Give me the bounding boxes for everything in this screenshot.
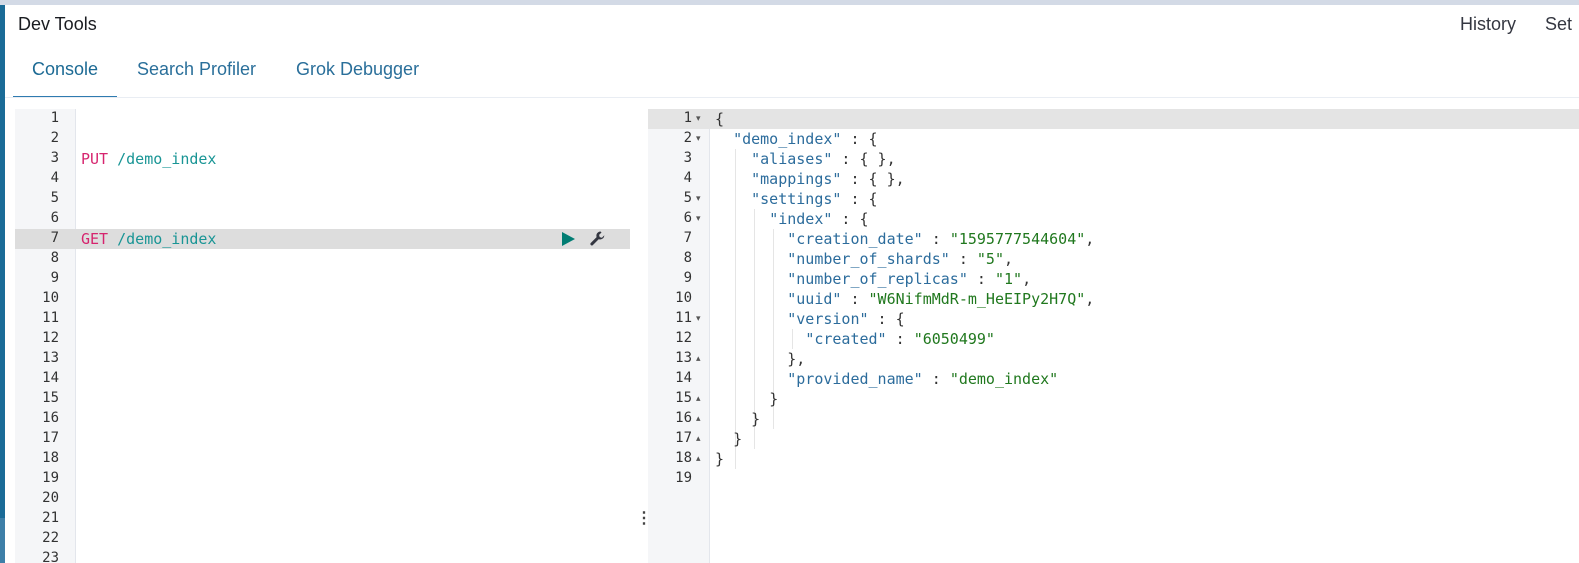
line-number: 19 (675, 470, 692, 486)
line-number: 4 (50, 170, 59, 186)
line-number: 15 (42, 390, 59, 406)
json-line: } (769, 390, 779, 408)
run-request-button[interactable] (560, 231, 576, 247)
line-number: 22 (42, 530, 59, 546)
request-editor[interactable]: 1 2 3 4 5 6 8 9 10 11 12 13 14 15 16 17 18 19 20 21 22 23 PUT… (15, 109, 630, 563)
line-number: 20 (42, 490, 59, 506)
json-line: "settings" : { (751, 190, 878, 208)
json-line: { (715, 110, 725, 128)
json-line: "version" : { (787, 310, 905, 328)
json-line: "created" : "6050499" (805, 330, 995, 348)
left-accent-bar-lower (0, 518, 5, 563)
json-line: "index" : { (769, 210, 869, 228)
tab-grok-debugger[interactable]: Grok Debugger (296, 59, 419, 80)
line-number: 11 (42, 310, 59, 326)
json-line: "number_of_replicas" : "1", (787, 270, 1032, 288)
header-divider (5, 97, 1579, 98)
request-get-code: GET /demo_index (81, 230, 216, 248)
request-path: /demo_index (117, 150, 217, 168)
wrench-icon (590, 231, 605, 246)
json-line: "aliases" : { }, (751, 150, 896, 168)
line-number: 1 (50, 110, 59, 126)
request-method: GET (81, 230, 109, 248)
json-line: } (715, 450, 725, 468)
json-line: "mappings" : { }, (751, 170, 905, 188)
json-line: } (751, 410, 761, 428)
json-line: "provided_name" : "demo_index" (787, 370, 1059, 388)
devtools-tabs: Console Search Profiler Grok Debugger (13, 47, 439, 98)
history-link[interactable]: History (1460, 14, 1516, 35)
json-line: "uuid" : "W6NifmMdR-m_HeEIPy2H7Q", (787, 290, 1095, 308)
line-number: 9 (50, 270, 59, 286)
line-number: 17 (42, 430, 59, 446)
left-accent-bar (0, 5, 5, 518)
line-number: 16 (42, 410, 59, 426)
play-icon (562, 232, 575, 246)
request-settings-button[interactable] (589, 230, 607, 248)
line-number: 6 (50, 210, 59, 226)
response-editor[interactable]: 1 ▾ 2 ▾ 3 4 5 ▾ 6 ▾ 7 8 9 10 11 ▾ 12 13 ▴ 14 15 ▴ 16 ▴ 17 ▴ 18 ▴ 19 … (648, 109, 1579, 563)
line-number: 8 (50, 250, 59, 266)
line-number: 19 (42, 470, 59, 486)
line-number: 13 (42, 350, 59, 366)
line-number: 5 (50, 190, 59, 206)
json-line: "number_of_shards" : "5", (787, 250, 1014, 268)
line-number: 7 (50, 230, 59, 246)
editor-resizer[interactable]: ⋮ (632, 109, 652, 563)
json-line: } (733, 430, 743, 448)
request-method: PUT (81, 150, 109, 168)
line-number: 14 (42, 370, 59, 386)
json-line: "creation_date" : "1595777544604", (787, 230, 1095, 248)
line-number: 18 (42, 450, 59, 466)
request-path: /demo_index (117, 230, 217, 248)
json-line: }, (787, 350, 806, 368)
request-line-put[interactable]: PUT /demo_index (15, 149, 630, 169)
tab-search-profiler[interactable]: Search Profiler (137, 59, 256, 80)
request-put-code: PUT /demo_index (81, 150, 216, 168)
line-number: 2 (50, 130, 59, 146)
page-title: Dev Tools (18, 14, 97, 34)
line-number: 12 (42, 330, 59, 346)
app-header: Dev Tools History Set (5, 5, 1579, 47)
line-number: 23 (42, 550, 59, 563)
json-line: "demo_index" : { (733, 130, 878, 148)
request-line-get[interactable]: 7 GET /demo_index (15, 229, 630, 249)
line-number: 21 (42, 510, 59, 526)
line-number: 10 (42, 290, 59, 306)
tab-console[interactable]: Console (32, 59, 98, 80)
settings-link[interactable]: Set (1545, 14, 1572, 35)
